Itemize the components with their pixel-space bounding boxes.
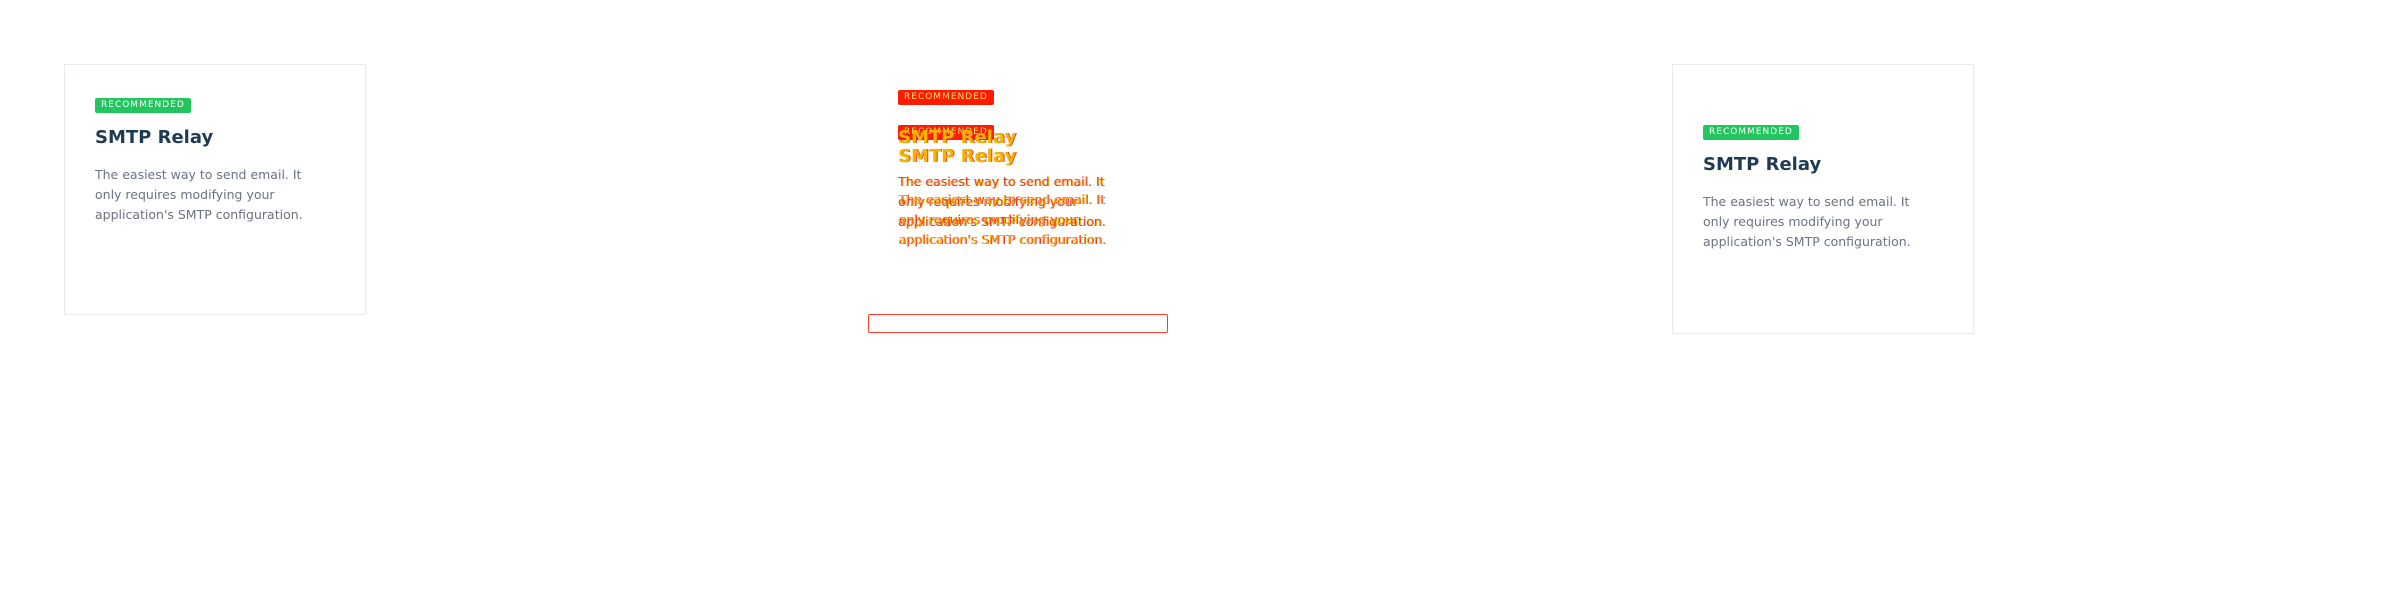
smtp-relay-card[interactable]: RECOMMENDED SMTP Relay The easiest way t… (1672, 64, 1974, 334)
card-description-ghost: The easiest way to send email. It only r… (898, 192, 1106, 247)
recommended-badge: RECOMMENDED (1703, 125, 1799, 140)
recommended-badge-ghost: RECOMMENDED (898, 90, 994, 105)
card-title: SMTP Relay (1703, 154, 1822, 175)
card-title-ghost: SMTP Relay (898, 146, 1017, 167)
card-title: SMTP Relay (95, 127, 214, 148)
overlay-outline-box (868, 314, 1168, 333)
overlay-card-ghost: RECOMMENDED RECOMMENDED SMTP Relay SMTP … (898, 90, 1158, 250)
smtp-relay-card[interactable]: RECOMMENDED SMTP Relay The easiest way t… (64, 64, 366, 315)
page-canvas: RECOMMENDED SMTP Relay The easiest way t… (0, 0, 2400, 600)
card-description: The easiest way to send email. It only r… (1703, 194, 1911, 249)
card-description: The easiest way to send email. It only r… (95, 167, 303, 222)
recommended-badge: RECOMMENDED (95, 98, 191, 113)
